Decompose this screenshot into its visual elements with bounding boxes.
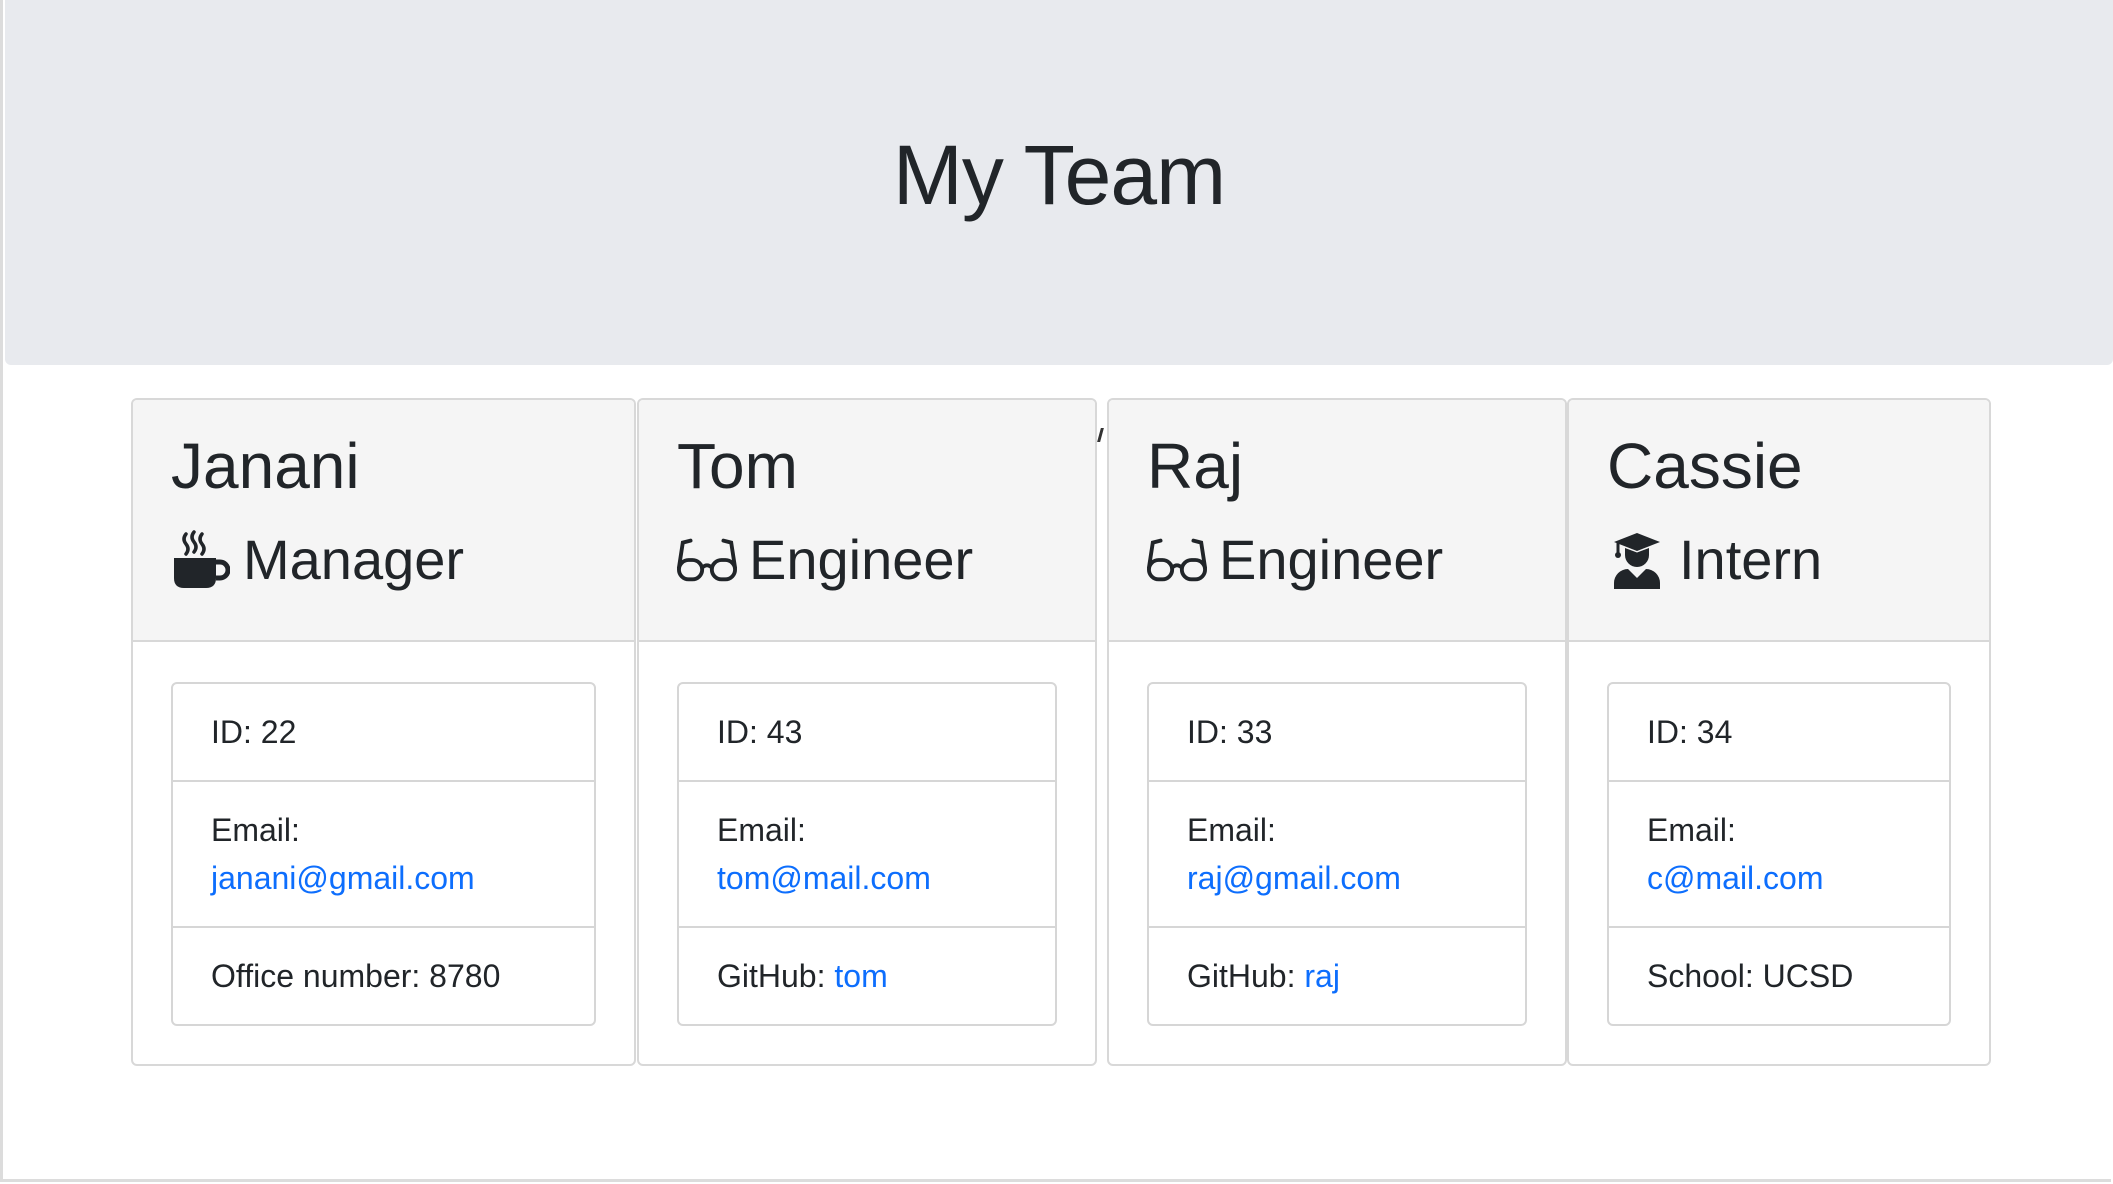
employee-card-engineer: Raj Engineer ID: 33 Email: raj@gmail.com… <box>1107 398 1567 1066</box>
email-link[interactable]: c@mail.com <box>1647 860 1824 896</box>
coffee-mug-icon <box>171 530 231 590</box>
email-link[interactable]: tom@mail.com <box>717 860 931 896</box>
email-label: Email: <box>1647 812 1736 848</box>
github-row: GitHub: raj <box>1149 928 1525 1024</box>
employee-name: Raj <box>1147 430 1244 502</box>
employee-id: ID: 22 <box>173 684 594 782</box>
employee-role: Engineer <box>677 524 973 596</box>
employee-name: Tom <box>677 430 798 502</box>
graduate-icon <box>1607 530 1667 590</box>
email-label: Email: <box>717 812 806 848</box>
employee-role-label: Engineer <box>749 528 974 591</box>
office-number-label: Office number: 8780 <box>211 958 501 994</box>
github-row: GitHub: tom <box>679 928 1055 1024</box>
employee-card-manager: Janani Manager ID: 22 Email: janani@gmai… <box>131 398 636 1066</box>
employee-role-label: Manager <box>243 528 465 591</box>
employee-role-label: Engineer <box>1219 528 1444 591</box>
employee-card-intern: Cassie Intern ID: 34 Email: c@mail.com S… <box>1567 398 1991 1066</box>
card-header: Tom Engineer <box>639 400 1095 642</box>
employee-id: ID: 33 <box>1149 684 1525 782</box>
employee-card-engineer: Tom Engineer ID: 43 Email: tom@mail.com … <box>637 398 1097 1066</box>
employee-details: ID: 22 Email: janani@gmail.com Office nu… <box>171 682 596 1026</box>
school-label: School: UCSD <box>1647 958 1854 994</box>
employee-email-row: Email: tom@mail.com <box>679 782 1055 928</box>
email-link[interactable]: raj@gmail.com <box>1187 860 1401 896</box>
page-title: My Team <box>892 128 1226 222</box>
github-label: GitHub: <box>1187 958 1305 994</box>
employee-details: ID: 34 Email: c@mail.com School: UCSD <box>1607 682 1951 1026</box>
email-link[interactable]: janani@gmail.com <box>211 860 475 896</box>
employee-role-label: Intern <box>1679 528 1823 591</box>
github-link[interactable]: tom <box>834 958 887 994</box>
card-header: Cassie Intern <box>1569 400 1989 642</box>
employee-role: Manager <box>171 524 464 596</box>
glasses-icon <box>677 530 737 590</box>
github-label: GitHub: <box>717 958 835 994</box>
employee-email-row: Email: janani@gmail.com <box>173 782 594 928</box>
school-row: School: UCSD <box>1609 928 1949 1024</box>
page-header: My Team <box>5 0 2113 365</box>
employee-email-row: Email: raj@gmail.com <box>1149 782 1525 928</box>
employee-name: Janani <box>171 430 360 502</box>
employee-role: Intern <box>1607 524 1822 596</box>
glasses-icon <box>1147 530 1207 590</box>
employee-id: ID: 43 <box>679 684 1055 782</box>
card-header: Janani Manager <box>133 400 634 642</box>
employee-email-row: Email: c@mail.com <box>1609 782 1949 928</box>
email-label: Email: <box>1187 812 1276 848</box>
employee-role: Engineer <box>1147 524 1443 596</box>
card-header: Raj Engineer <box>1109 400 1565 642</box>
github-link[interactable]: raj <box>1304 958 1340 994</box>
email-label: Email: <box>211 812 300 848</box>
employee-details: ID: 33 Email: raj@gmail.com GitHub: raj <box>1147 682 1527 1026</box>
employee-name: Cassie <box>1607 430 1803 502</box>
office-number: Office number: 8780 <box>173 928 594 1024</box>
employee-details: ID: 43 Email: tom@mail.com GitHub: tom <box>677 682 1057 1026</box>
employee-id: ID: 34 <box>1609 684 1949 782</box>
